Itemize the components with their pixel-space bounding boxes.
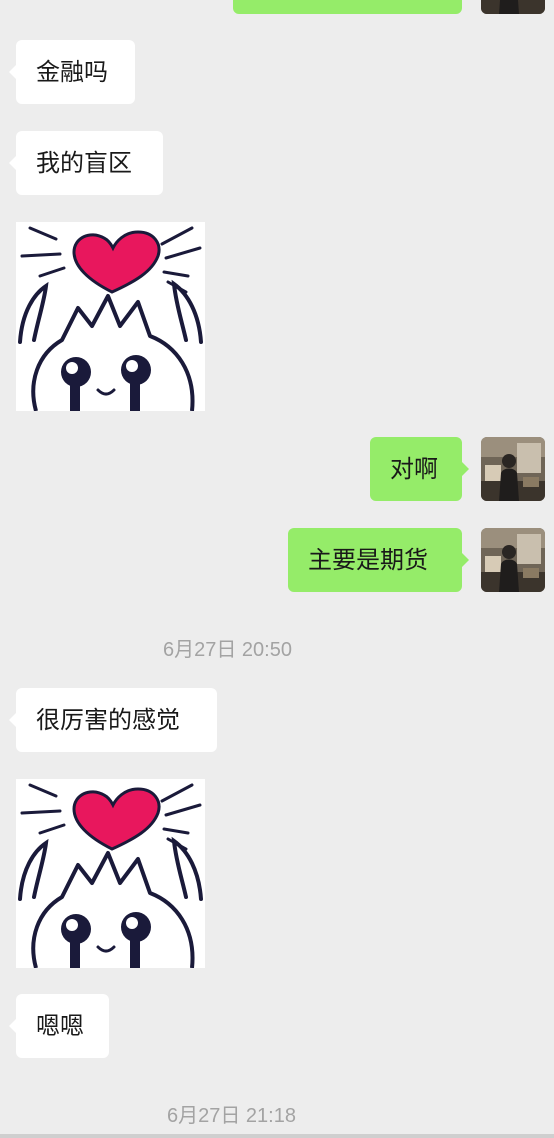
- avatar[interactable]: [481, 528, 545, 592]
- heart-cat-sticker[interactable]: [16, 779, 205, 968]
- message-text: 对啊: [390, 455, 438, 483]
- avatar-image: [481, 0, 545, 14]
- avatar[interactable]: [481, 0, 545, 14]
- heart-cat-sticker[interactable]: [16, 222, 205, 411]
- message-bubble-sent-partial[interactable]: [233, 0, 462, 14]
- message-text: 我的盲区: [36, 149, 132, 177]
- message-text: 嗯嗯: [36, 1012, 84, 1040]
- sticker-image: [16, 779, 205, 968]
- message-bubble-received[interactable]: 嗯嗯: [9, 994, 109, 1058]
- message-bubble-sent[interactable]: 主要是期货: [288, 528, 469, 592]
- message-text: 很厉害的感觉: [36, 706, 180, 734]
- message-text: 主要是期货: [308, 546, 428, 574]
- avatar[interactable]: [481, 437, 545, 501]
- bottom-divider: [0, 1134, 554, 1138]
- avatar-image: [481, 437, 545, 501]
- message-bubble-received[interactable]: 我的盲区: [9, 131, 163, 195]
- timestamp: 6月27日 20:50: [163, 639, 292, 661]
- message-bubble-sent[interactable]: 对啊: [370, 437, 469, 501]
- message-text: 金融吗: [36, 58, 108, 86]
- message-bubble-received[interactable]: 金融吗: [9, 40, 135, 104]
- sticker-image: [16, 222, 205, 411]
- message-bubble-received[interactable]: 很厉害的感觉: [9, 688, 217, 752]
- avatar-image: [481, 528, 545, 592]
- timestamp: 6月27日 21:18: [167, 1105, 296, 1127]
